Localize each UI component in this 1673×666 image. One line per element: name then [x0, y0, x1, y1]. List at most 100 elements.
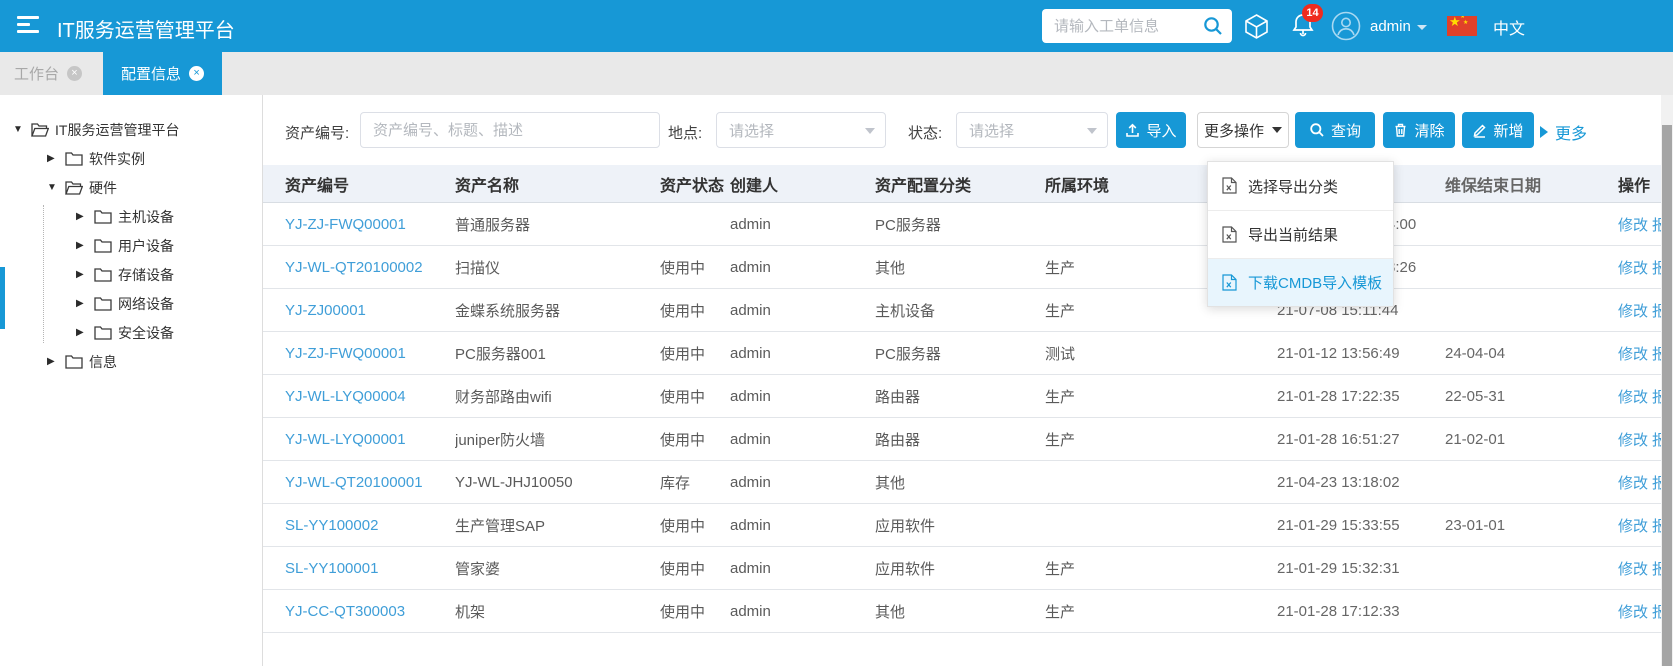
modify-link[interactable]: 修改: [1618, 303, 1648, 320]
more-link[interactable]: 更多: [1540, 120, 1587, 144]
modify-link[interactable]: 修改: [1618, 346, 1648, 363]
tree-item-label: IT服务运营管理平台: [55, 121, 180, 138]
asset-no-link[interactable]: YJ-WL-LYQ00001: [285, 431, 406, 448]
app-root: IT服务运营管理平台 14 admin: [0, 0, 1673, 666]
creator-cell: admin: [730, 301, 771, 319]
cube-icon[interactable]: [1243, 13, 1270, 40]
created-time-cell: 21-01-29 15:32:31: [1277, 559, 1400, 577]
status-select[interactable]: 请选择: [956, 112, 1108, 148]
asset-category-cell: 其他: [875, 603, 906, 621]
tree-item[interactable]: ▶ 主机设备: [0, 202, 262, 231]
more-actions-dropdown: 选择导出分类 导出当前结果 下载CMDB导入模板: [1207, 161, 1394, 307]
query-button[interactable]: 查询: [1295, 112, 1375, 148]
expander-icon[interactable]: ▶: [47, 356, 61, 367]
asset-status-cell: 使用中: [660, 517, 706, 535]
asset-category-cell: 应用软件: [875, 560, 936, 578]
close-icon[interactable]: ×: [189, 66, 205, 81]
created-time-cell: 21-01-29 15:33:55: [1277, 516, 1400, 534]
folder-icon: [94, 209, 112, 224]
close-icon[interactable]: ×: [67, 66, 83, 81]
modify-link[interactable]: 修改: [1618, 475, 1648, 492]
asset-status-cell: 使用中: [660, 259, 706, 277]
creator-cell: admin: [730, 258, 771, 276]
modify-link[interactable]: 修改: [1618, 604, 1648, 621]
table-row: YJ-WL-LYQ00004 财务部路由wifi 使用中 admin 路由器 生…: [263, 375, 1673, 418]
location-select[interactable]: 请选择: [716, 112, 886, 148]
folder-icon: [65, 151, 83, 166]
menu-item[interactable]: 选择导出分类: [1208, 162, 1393, 210]
tree-item-label: 硬件: [89, 179, 117, 196]
tree-item[interactable]: ▶ 软件实例: [0, 144, 262, 173]
more-actions-button[interactable]: 更多操作: [1197, 112, 1289, 148]
menu-toggle-icon[interactable]: [17, 16, 39, 36]
modify-link[interactable]: 修改: [1618, 389, 1648, 406]
china-flag-icon[interactable]: ★ ★ ★: [1447, 16, 1477, 36]
tree-item[interactable]: ▶ 安全设备: [0, 318, 262, 347]
workorder-searchbox[interactable]: [1042, 9, 1232, 43]
import-button[interactable]: 导入: [1116, 112, 1186, 148]
modify-link[interactable]: 修改: [1618, 260, 1648, 277]
tree-item[interactable]: ▶ 网络设备: [0, 289, 262, 318]
warranty-end-cell: 21-02-01: [1445, 430, 1506, 448]
tree-item[interactable]: ▶ 信息: [0, 347, 262, 376]
folder-icon: [94, 238, 112, 253]
expander-icon[interactable]: ▶: [76, 298, 90, 309]
asset-no-link[interactable]: YJ-ZJ-FWQ00001: [285, 216, 406, 233]
creator-cell: admin: [730, 559, 771, 577]
tab-inactive[interactable]: 工作台 ×: [0, 52, 96, 95]
expander-icon[interactable]: ▶: [76, 269, 90, 280]
menu-item[interactable]: 导出当前结果: [1208, 210, 1393, 258]
asset-name-cell: 管家婆: [455, 560, 501, 578]
asset-status-cell: 使用中: [660, 345, 706, 363]
search-icon: [1310, 123, 1324, 137]
user-menu[interactable]: admin: [1331, 10, 1427, 42]
asset-no-link[interactable]: SL-YY100002: [285, 517, 378, 534]
modify-link[interactable]: 修改: [1618, 518, 1648, 535]
asset-category-cell: 路由器: [875, 388, 921, 406]
chevron-down-icon: [1272, 127, 1282, 133]
warranty-end-cell: 22-05-31: [1445, 387, 1506, 405]
asset-no-link[interactable]: YJ-WL-LYQ00004: [285, 388, 406, 405]
tree-item-label: 网络设备: [118, 295, 174, 312]
modify-link[interactable]: 修改: [1618, 561, 1648, 578]
modify-link[interactable]: 修改: [1618, 217, 1648, 234]
asset-no-link[interactable]: YJ-ZJ-FWQ00001: [285, 345, 406, 362]
tree-item[interactable]: ▼ IT服务运营管理平台: [0, 115, 262, 144]
tree-item-label: 软件实例: [89, 150, 145, 167]
asset-no-link[interactable]: YJ-WL-QT20100002: [285, 259, 423, 276]
notifications-button[interactable]: 14: [1291, 4, 1323, 42]
asset-name-cell: 财务部路由wifi: [455, 388, 552, 406]
add-button[interactable]: 新增: [1462, 112, 1534, 148]
column-header: 创建人: [730, 177, 779, 195]
expander-icon[interactable]: ▶: [76, 240, 90, 251]
expander-icon[interactable]: ▼: [13, 124, 27, 135]
search-icon[interactable]: [1202, 15, 1224, 37]
asset-no-link[interactable]: SL-YY100001: [285, 560, 378, 577]
asset-no-link[interactable]: YJ-WL-QT20100001: [285, 474, 423, 491]
upload-icon: [1126, 123, 1140, 137]
expander-icon[interactable]: ▼: [47, 182, 61, 193]
asset-category-cell: 路由器: [875, 431, 921, 449]
asset-no-input[interactable]: [360, 112, 660, 148]
clear-button[interactable]: 清除: [1383, 112, 1455, 148]
asset-no-link[interactable]: YJ-ZJ00001: [285, 302, 366, 319]
asset-name-cell: 机架: [455, 603, 486, 621]
table-row: YJ-ZJ-FWQ00001 PC服务器001 使用中 admin PC服务器 …: [263, 332, 1673, 375]
menu-item[interactable]: 下载CMDB导入模板: [1208, 258, 1393, 306]
scrollbar-thumb[interactable]: [1662, 125, 1672, 666]
tree-item[interactable]: ▶ 存储设备: [0, 260, 262, 289]
asset-no-link[interactable]: YJ-CC-QT300003: [285, 603, 405, 620]
expander-icon[interactable]: ▶: [47, 153, 61, 164]
table-row: YJ-CC-QT300003 机架 使用中 admin 其他 生产 21-01-…: [263, 590, 1673, 633]
folder-icon: [65, 354, 83, 369]
expander-icon[interactable]: ▶: [76, 211, 90, 222]
modify-link[interactable]: 修改: [1618, 432, 1648, 449]
environment-cell: 生产: [1045, 431, 1076, 449]
expander-icon[interactable]: ▶: [76, 327, 90, 338]
tab-active[interactable]: 配置信息 ×: [103, 52, 223, 95]
sidebar-accent-strip[interactable]: [0, 267, 5, 329]
tree-item[interactable]: ▶ 用户设备: [0, 231, 262, 260]
tree-item[interactable]: ▼ 硬件: [0, 173, 262, 202]
table-row: YJ-ZJ00001 金蝶系统服务器 使用中 admin 主机设备 生产 21-…: [263, 289, 1673, 332]
language-switch[interactable]: 中文: [1493, 15, 1525, 39]
